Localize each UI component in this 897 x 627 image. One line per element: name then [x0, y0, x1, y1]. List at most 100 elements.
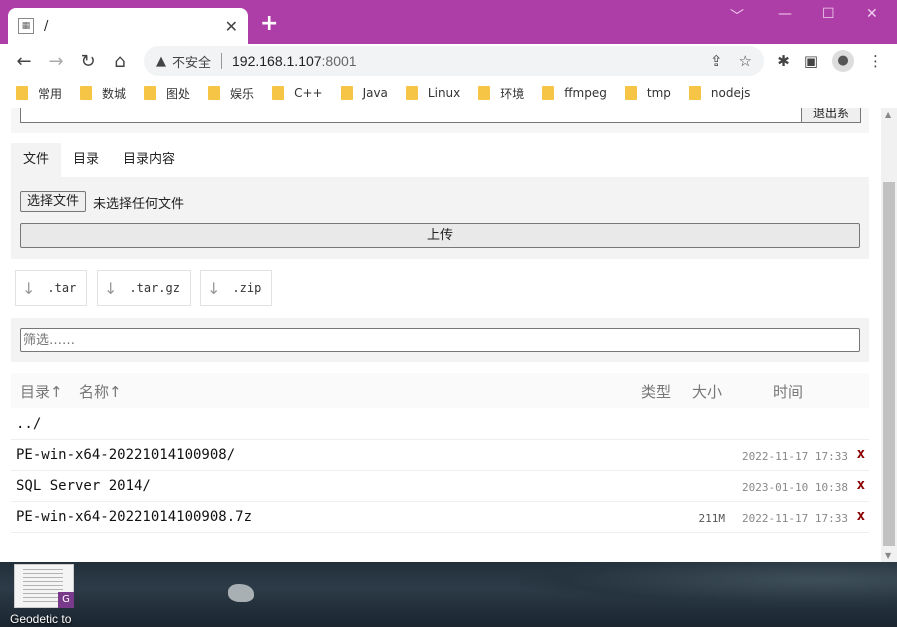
sort-by-name[interactable]: 名称↑ [79, 381, 122, 402]
entry-size: 211M [698, 512, 726, 525]
insecure-label: 不安全 [172, 55, 212, 71]
tab-files[interactable]: 文件 [11, 143, 62, 177]
bookmark-folder[interactable]: 环境 [478, 85, 524, 102]
side-panel-icon[interactable]: ▣ [804, 52, 818, 70]
upload-button[interactable]: 上传 [20, 223, 860, 248]
new-tab-button[interactable]: + [260, 12, 278, 36]
tab-title: / [44, 18, 49, 34]
address-bar[interactable]: ▲ 不安全 192.168.1.107:8001 ⇪ ☆ [144, 46, 764, 76]
table-row[interactable]: PE-win-x64-20221014100908/ 2022-11-17 17… [11, 440, 869, 471]
minimize-icon[interactable]: ﹀ [730, 6, 744, 26]
bookmark-folder[interactable]: C++ [272, 86, 323, 100]
bookmark-folder[interactable]: 常用 [16, 85, 62, 102]
bookmark-folder[interactable]: 数城 [80, 85, 126, 102]
filter-panel [11, 318, 869, 362]
scroll-down-icon[interactable]: ▼ [885, 551, 891, 560]
bookmark-label: nodejs [710, 86, 751, 100]
folder-icon [688, 86, 701, 100]
download-arrow-icon: ↓ [207, 278, 221, 298]
entry-time: 2022-11-17 17:33 [742, 512, 848, 525]
download-arrow-icon: ↓ [22, 278, 36, 298]
entry-name-link[interactable]: SQL Server 2014/ [16, 478, 151, 494]
sort-by-type[interactable]: 类型 [641, 381, 671, 402]
sort-by-size[interactable]: 大小 [692, 381, 722, 402]
table-row[interactable]: ../ [11, 409, 869, 440]
bookmark-label: ffmpeg [564, 86, 607, 100]
top-input[interactable] [20, 108, 802, 123]
menu-dots-icon[interactable]: ⋮ [868, 52, 883, 70]
download-arrow-icon: ↓ [104, 278, 118, 298]
page-scrollbar[interactable]: ▲ ▼ [881, 108, 897, 562]
logout-button[interactable]: 退出系 [801, 108, 861, 123]
maximize-icon[interactable]: ☐ [822, 6, 835, 22]
share-icon[interactable]: ⇪ [710, 52, 723, 70]
folder-icon [340, 86, 353, 100]
tab-directory[interactable]: 目录 [61, 143, 111, 177]
warning-icon[interactable]: ▲ [156, 54, 166, 69]
folder-icon [542, 86, 555, 100]
bookmark-folder[interactable]: 图处 [144, 85, 190, 102]
download-label: .tar [47, 281, 77, 295]
bookmark-folder[interactable]: Java [340, 86, 388, 100]
address-separator [221, 53, 223, 69]
folder-icon [478, 86, 491, 100]
home-icon[interactable]: ⌂ [104, 51, 136, 72]
download-tar-button[interactable]: ↓ .tar [15, 270, 88, 306]
bookmark-star-icon[interactable]: ☆ [739, 52, 752, 70]
desktop-icon-label: Geodetic to [10, 612, 72, 626]
download-targz-button[interactable]: ↓ .tar.gz [97, 270, 191, 306]
bookmark-folder[interactable]: nodejs [688, 86, 751, 100]
folder-icon [272, 86, 285, 100]
bookmark-label: 图处 [166, 86, 191, 101]
bookmark-label: Linux [427, 86, 461, 100]
download-zip-button[interactable]: ↓ .zip [200, 270, 273, 306]
bookmark-folder[interactable]: ffmpeg [542, 86, 607, 100]
browser-tab[interactable]: ▦ / ✕ [8, 8, 248, 44]
folder-icon [80, 86, 93, 100]
tab-directory-content[interactable]: 目录内容 [111, 143, 187, 177]
tab-close-icon[interactable]: ✕ [225, 17, 238, 36]
scroll-thumb[interactable] [883, 182, 895, 546]
list-header: 目录↑ 名称↑ 类型 大小 时间 [11, 373, 869, 408]
delete-button[interactable]: x [857, 477, 865, 493]
entry-time: 2022-11-17 17:33 [742, 450, 848, 463]
folder-icon [405, 86, 418, 100]
delete-button[interactable]: x [857, 508, 865, 524]
no-file-label: 未选择任何文件 [93, 197, 185, 212]
page-content: 退出系 文件 目录 目录内容 选择文件 未选择任何文件 上传 ↓ .tar ↓ .t… [0, 108, 881, 562]
entry-name-link[interactable]: PE-win-x64-20221014100908/ [16, 447, 235, 463]
bookmark-folder[interactable]: tmp [624, 86, 671, 100]
url-text[interactable]: 192.168.1.107:8001 [232, 53, 357, 69]
page-favicon-icon: ▦ [18, 18, 34, 34]
reload-icon[interactable]: ↻ [72, 51, 104, 72]
download-label: .tar.gz [129, 281, 180, 295]
document-file-icon[interactable]: G [14, 564, 74, 608]
profile-avatar-icon[interactable]: ● [832, 50, 854, 72]
folder-icon [144, 86, 157, 100]
table-row[interactable]: SQL Server 2014/ 2023-01-10 10:38 x [11, 471, 869, 502]
table-row[interactable]: PE-win-x64-20221014100908.7z 211M 2022-1… [11, 502, 869, 533]
extensions-icon[interactable]: ✱ [777, 52, 790, 70]
entry-name-link[interactable]: ../ [16, 416, 41, 432]
folder-icon [208, 86, 221, 100]
back-arrow-icon[interactable]: ← [8, 51, 40, 72]
forward-arrow-icon[interactable]: → [40, 51, 72, 72]
choose-file-button[interactable]: 选择文件 [20, 191, 87, 212]
restore-icon[interactable]: — [778, 6, 792, 22]
sort-by-time[interactable]: 时间 [773, 381, 803, 402]
url-host: 192.168.1.107 [232, 53, 322, 69]
document-lines [23, 569, 63, 603]
page-tabs: 文件 目录 目录内容 [11, 143, 187, 177]
bookmark-folder[interactable]: 娱乐 [208, 85, 254, 102]
bookmark-label: 数城 [102, 86, 127, 101]
sort-by-dir[interactable]: 目录↑ [20, 381, 63, 402]
bookmark-label: 环境 [500, 86, 525, 101]
entry-name-link[interactable]: PE-win-x64-20221014100908.7z [16, 509, 252, 525]
delete-button[interactable]: x [857, 446, 865, 462]
close-window-icon[interactable]: ✕ [866, 6, 878, 22]
bookmark-folder[interactable]: Linux [405, 86, 461, 100]
filter-input[interactable] [20, 328, 860, 352]
bookmark-label: tmp [646, 86, 671, 100]
desktop-rocks [520, 562, 897, 607]
scroll-up-icon[interactable]: ▲ [885, 110, 891, 119]
